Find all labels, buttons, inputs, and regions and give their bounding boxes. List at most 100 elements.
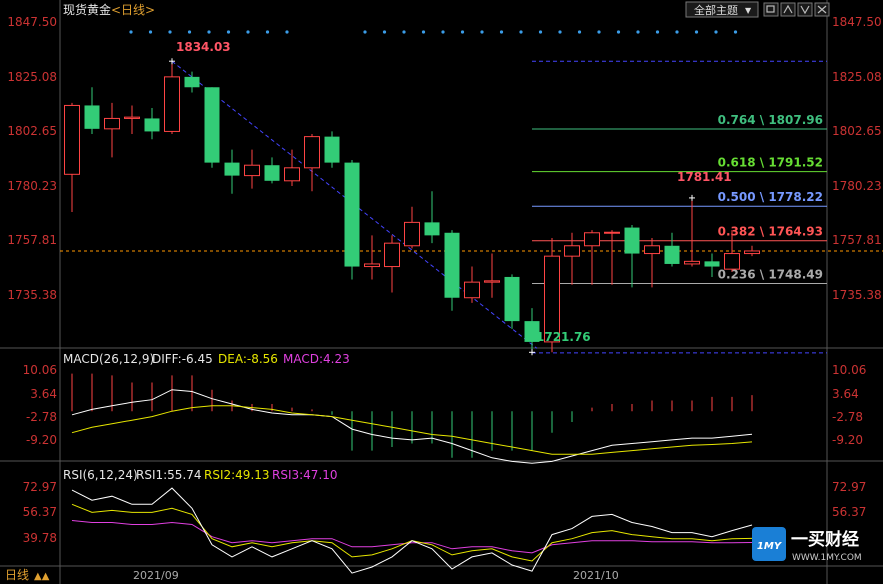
footer-marker-icon[interactable]: ▲▲ (34, 571, 50, 582)
price-tick-label: 1780.23 (7, 179, 57, 193)
event-dot (129, 30, 133, 34)
candle-body (484, 280, 500, 283)
event-dot (363, 30, 367, 34)
footer-period[interactable]: 日线 (5, 568, 29, 582)
candle (364, 235, 380, 280)
macd-tick-label: -9.20 (26, 433, 57, 447)
price-tick-label: 1847.50 (832, 15, 882, 29)
candle (244, 149, 260, 189)
date-tick-label: 2021/09 (133, 569, 179, 582)
candle-body (464, 281, 480, 299)
macd-tick-label: 3.64 (832, 387, 859, 401)
candle-body (204, 87, 220, 163)
candle-body (724, 253, 740, 270)
restore-icon[interactable] (763, 2, 779, 17)
rsi-axis-right: 72.97 56.37 (832, 480, 866, 519)
candle (664, 232, 680, 267)
candle-body (644, 245, 660, 255)
price-tick-label: 1757.81 (832, 233, 882, 247)
theme-button-label[interactable]: 全部主题 (694, 3, 738, 17)
rsi1-line (71, 487, 753, 574)
period-label[interactable]: <日线> (111, 3, 155, 17)
high-price-label: 1834.03 (176, 40, 231, 54)
close-icon[interactable] (814, 2, 830, 17)
candle-body (744, 250, 760, 255)
event-dot (519, 30, 523, 34)
event-dot (285, 30, 289, 34)
candle-body (344, 162, 360, 267)
candle-body (324, 136, 340, 163)
rsi-tick-label: 72.97 (23, 480, 57, 494)
candle-body (284, 167, 300, 182)
candle (104, 102, 120, 158)
event-dot (499, 30, 504, 34)
watermark-url: WWW.1MY.COM (792, 553, 862, 563)
maximize-icon[interactable] (780, 2, 796, 17)
watermark-logo-text: 1MY (757, 541, 783, 552)
event-dot (597, 30, 601, 34)
candle (264, 157, 280, 184)
macd-value-label: MACD:4.23 (283, 352, 350, 366)
candle (424, 191, 440, 244)
event-dot (441, 30, 445, 34)
price-tick-label: 1757.81 (7, 233, 57, 247)
candle (464, 266, 480, 303)
price-tick-label: 1780.23 (832, 179, 882, 193)
candle (64, 102, 80, 212)
watermark: 1MY 一买财经 WWW.1MY.COM (752, 527, 862, 563)
candle-body (144, 118, 160, 132)
candle-body (244, 164, 260, 177)
candle (124, 105, 140, 135)
event-dot (655, 30, 660, 34)
event-dot (265, 30, 270, 34)
macd-tick-label: 10.06 (23, 363, 57, 377)
event-dot (148, 30, 153, 34)
chart-canvas[interactable]: 现货黄金 <日线> 全部主题 ▼ 1847.50 1825.08 1802.65… (0, 0, 883, 584)
candle (624, 224, 640, 288)
event-dot (187, 30, 192, 34)
date-tick-label: 2021/10 (573, 569, 619, 582)
theme-dropdown-icon[interactable]: ▼ (745, 6, 752, 15)
candle-body (364, 263, 380, 268)
fib-level-label: 0.764 \ 1807.96 (718, 113, 823, 127)
macd-axis-left: 10.06 3.64 -2.78 -9.20 (23, 363, 57, 447)
macd-tick-label: -2.78 (26, 410, 57, 424)
rsi3-label: RSI3:47.10 (272, 468, 338, 482)
event-dot (733, 30, 738, 34)
candle-body (444, 232, 460, 298)
macd-diff-label: DIFF:-6.45 (152, 352, 213, 366)
macd-tick-label: -9.20 (832, 433, 863, 447)
macd-axis-right: 10.06 3.64 -2.78 -9.20 (832, 363, 866, 447)
candle (584, 230, 600, 285)
candle-body (224, 162, 240, 176)
candle-body (664, 245, 680, 264)
candle (604, 230, 620, 285)
event-dot (538, 30, 543, 34)
candle-body (164, 76, 180, 132)
candle (504, 274, 520, 329)
candle (644, 237, 660, 288)
minimize-icon[interactable] (797, 2, 813, 17)
candle (284, 149, 300, 186)
macd-series (71, 373, 753, 464)
rsi-tick-label: 56.37 (23, 505, 57, 519)
watermark-brand: 一买财经 (791, 529, 859, 550)
candle (444, 230, 460, 311)
event-dot (226, 30, 231, 34)
candle-body (104, 117, 120, 130)
candle-body (564, 245, 580, 257)
price-tick-label: 1847.50 (7, 15, 57, 29)
candle-body (704, 261, 720, 267)
candle-body (604, 231, 620, 234)
candle-body (84, 105, 100, 129)
candle (144, 108, 160, 140)
price-axis-left: 1847.50 1825.08 1802.65 1780.23 1757.81 … (7, 15, 57, 302)
event-dot (207, 30, 211, 34)
event-dot (480, 30, 484, 34)
macd-title: MACD(26,12,9) (63, 352, 154, 366)
event-dot (382, 30, 387, 34)
event-dot (421, 30, 426, 34)
candle-body (64, 104, 80, 175)
event-dot (460, 30, 465, 34)
event-dot (694, 30, 699, 34)
